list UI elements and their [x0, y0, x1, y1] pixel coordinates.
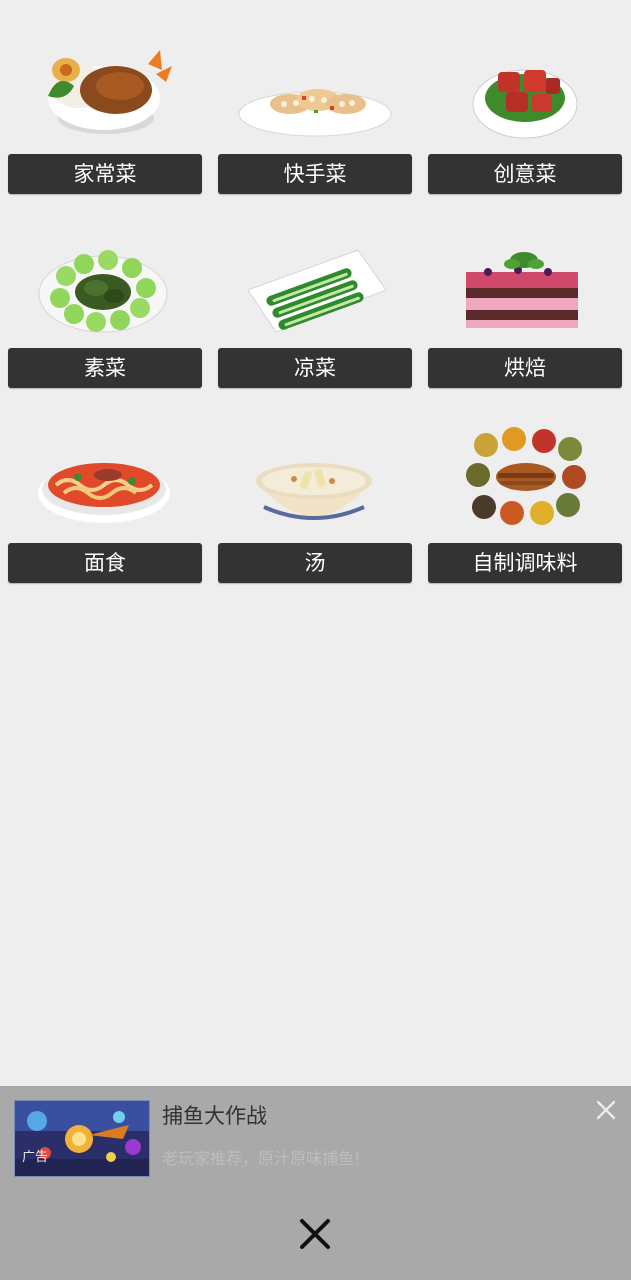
category-button-creative-dishes[interactable]: 创意菜 [428, 154, 622, 194]
ad-title[interactable]: 捕鱼大作战 [162, 1102, 267, 1130]
close-icon[interactable] [594, 1098, 618, 1122]
lotus-root-plate-icon[interactable] [218, 0, 412, 150]
category-button-homemade-seasoning[interactable]: 自制调味料 [428, 543, 622, 583]
ad-banner[interactable]: 广告 捕鱼大作战 老玩家推荐，原汁原味捕鱼! [0, 1086, 631, 1280]
layer-cake-icon[interactable] [428, 194, 622, 344]
category-button-home-cooking[interactable]: 家常菜 [8, 154, 202, 194]
green-vegetable-plate-icon[interactable] [8, 194, 202, 344]
cucumber-plate-icon[interactable] [218, 194, 412, 344]
category-item-noodles[interactable]: 面食 [8, 389, 202, 583]
category-button-quick-dishes[interactable]: 快手菜 [218, 154, 412, 194]
category-item-baking[interactable]: 烘焙 [428, 194, 622, 388]
category-button-cold-dishes[interactable]: 凉菜 [218, 348, 412, 388]
noodle-bowl-icon[interactable] [8, 389, 202, 539]
category-button-vegetarian[interactable]: 素菜 [8, 348, 202, 388]
braised-pork-rice-icon[interactable] [8, 0, 202, 150]
category-item-home-cooking[interactable]: 家常菜 [8, 0, 202, 194]
category-item-soup[interactable]: 汤 [218, 389, 412, 583]
ad-description[interactable]: 老玩家推荐，原汁原味捕鱼! [162, 1148, 360, 1170]
category-button-baking[interactable]: 烘焙 [428, 348, 622, 388]
ad-tag: 广告 [22, 1150, 49, 1165]
category-item-creative-dishes[interactable]: 创意菜 [428, 0, 622, 194]
category-item-cold-dishes[interactable]: 凉菜 [218, 194, 412, 388]
soup-bowl-icon[interactable] [218, 389, 412, 539]
category-button-noodles[interactable]: 面食 [8, 543, 202, 583]
spice-assortment-icon[interactable] [428, 389, 622, 539]
category-item-quick-dishes[interactable]: 快手菜 [218, 0, 412, 194]
close-icon[interactable] [297, 1216, 333, 1252]
red-braised-pork-icon[interactable] [428, 0, 622, 150]
category-item-vegetarian[interactable]: 素菜 [8, 194, 202, 388]
category-button-soup[interactable]: 汤 [218, 543, 412, 583]
category-item-homemade-seasoning[interactable]: 自制调味料 [428, 389, 622, 583]
